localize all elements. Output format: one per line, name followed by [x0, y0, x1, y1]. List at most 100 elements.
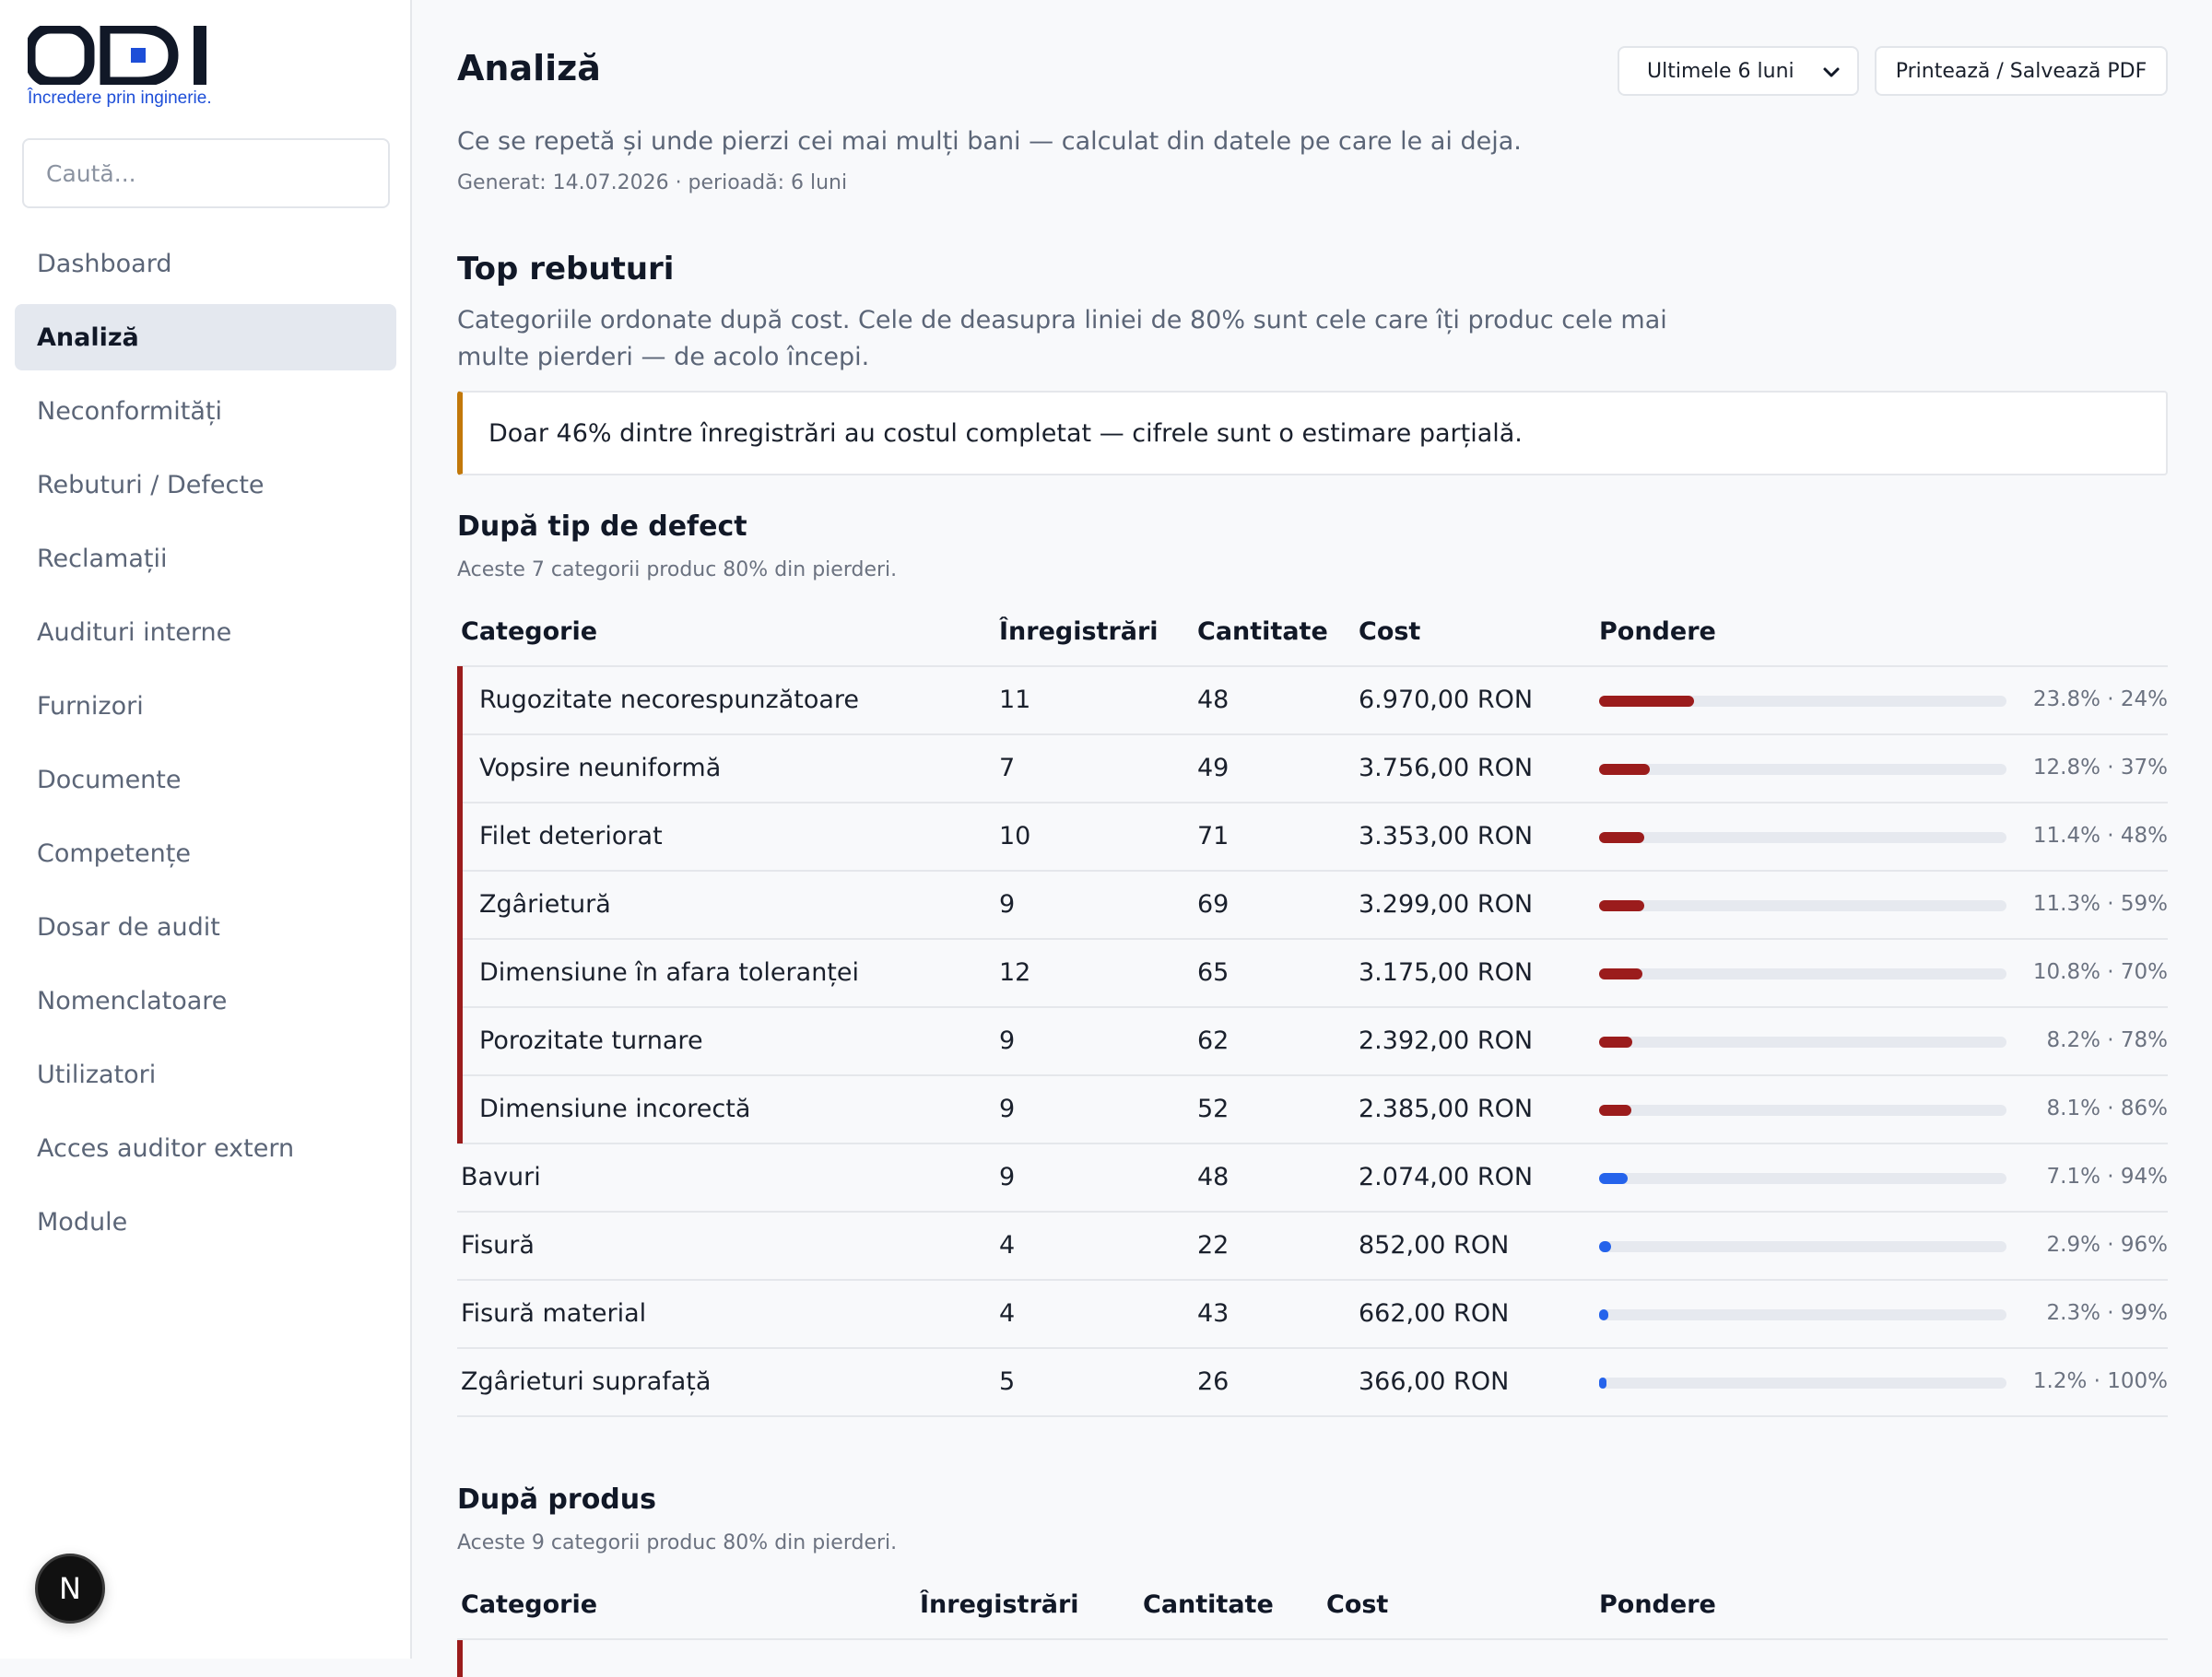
subsection-desc-defect: Aceste 7 categorii produc 80% din pierde…	[457, 558, 898, 581]
sidebar-item-acces-auditor[interactable]: Acces auditor extern	[15, 1115, 396, 1181]
sidebar-item-rebuturi[interactable]: Rebuturi / Defecte	[15, 452, 396, 518]
cell-cost: 2.074,00 RON	[1359, 1163, 1534, 1191]
share-bar-track	[1599, 764, 2006, 775]
share-bar-fill	[1599, 1241, 1611, 1252]
sidebar-item-label: Analiză	[37, 322, 139, 352]
cell-cost: 852,00 RON	[1359, 1231, 1510, 1260]
notice-text: Doar 46% dintre înregistrări au costul c…	[488, 418, 1523, 448]
col-header-share: Pondere	[1599, 617, 1716, 646]
cell-quantity: 22	[1197, 1231, 1230, 1260]
share-bar-fill	[1599, 968, 1642, 979]
cell-cost: 3.299,00 RON	[1359, 890, 1534, 919]
cell-share-label: 1.2% · 100%	[2032, 1369, 2168, 1393]
sidebar-item-documente[interactable]: Documente	[15, 746, 396, 813]
share-bar-track	[1599, 1105, 2006, 1116]
cell-records: 5	[999, 1367, 1016, 1396]
cell-cost: 662,00 RON	[1359, 1299, 1510, 1328]
table-row[interactable]: Zgârieturi suprafață 5 26 366,00 RON 1.2% · …	[457, 1349, 2168, 1417]
sidebar-item-label: Dosar de audit	[37, 912, 220, 942]
col-header-quantity: Cantitate	[1143, 1590, 1274, 1619]
sidebar-item-analiza[interactable]: Analiză	[15, 304, 396, 370]
share-bar-fill	[1599, 1378, 1606, 1389]
table-row[interactable]: Bavuri 9 48 2.074,00 RON 7.1% · 94%	[457, 1144, 2168, 1213]
cell-records: 4	[999, 1299, 1016, 1328]
table-row[interactable]: Dimensiune în afara toleranței 12 65 3.175,…	[457, 939, 2168, 1008]
sidebar-item-furnizori[interactable]: Furnizori	[15, 673, 396, 739]
table-row[interactable]: Fisură material 4 43 662,00 RON 2.3% · 99%	[457, 1281, 2168, 1349]
cell-share-label: 8.2% · 78%	[2046, 1028, 2169, 1052]
table-row[interactable]: Dimensiune incorectă 9 52 2.385,00 RON 8.1% …	[457, 1075, 2168, 1144]
share-bar-fill	[1599, 696, 1694, 707]
cell-quantity: 26	[1197, 1367, 1230, 1396]
section-title-top-rebuturi: Top rebuturi	[457, 251, 675, 287]
cell-quantity: 69	[1197, 890, 1230, 919]
col-header-cost: Cost	[1359, 617, 1421, 646]
sidebar-item-label: Dashboard	[37, 249, 172, 278]
sidebar-item-label: Neconformități	[37, 396, 222, 426]
cell-category: Vopsire neuniformă	[479, 754, 722, 782]
table-body: Rugozitate necorespunzătoare 11 48 6.970,00…	[457, 666, 2169, 1417]
sidebar-item-label: Module	[37, 1207, 128, 1237]
sidebar-item-label: Documente	[37, 765, 182, 794]
brand-logo[interactable]: Încredere prin inginerie.	[28, 26, 216, 109]
cell-category: Fisură	[461, 1231, 535, 1260]
sidebar-item-label: Acces auditor extern	[37, 1133, 295, 1163]
share-bar-track	[1599, 1309, 2006, 1320]
cell-records: 12	[999, 958, 1031, 987]
cell-share-label: 7.1% · 94%	[2046, 1165, 2169, 1189]
defect-table: Categorie Înregistrări Cantitate Cost Po…	[457, 597, 2168, 1417]
search-input[interactable]	[22, 138, 390, 208]
table-row[interactable]: Zgârietură 9 69 3.299,00 RON 11.3% · 59%	[457, 871, 2168, 940]
cell-category: Porozitate turnare	[479, 1026, 703, 1055]
cell-quantity: 48	[1197, 686, 1230, 714]
sidebar-item-neconformitati[interactable]: Neconformități	[15, 378, 396, 444]
cell-quantity: 43	[1197, 1299, 1230, 1328]
sidebar: Încredere prin inginerie. Dashboard Anal…	[0, 0, 412, 1659]
cell-records: 4	[999, 1231, 1016, 1260]
print-pdf-button[interactable]: Printează / Salvează PDF	[1875, 46, 2168, 96]
cell-share-label: 10.8% · 70%	[2032, 960, 2168, 984]
sidebar-item-nomenclatoare[interactable]: Nomenclatoare	[15, 968, 396, 1034]
table-row[interactable]: Fisură 4 22 852,00 RON 2.9% · 96%	[457, 1213, 2168, 1281]
cell-records: 9	[999, 1026, 1016, 1055]
table-row[interactable]: Porozitate turnare 9 62 2.392,00 RON 8.2% · …	[457, 1007, 2169, 1076]
table-row[interactable]: Vopsire neuniformă 7 49 3.756,00 RON 12.8% ·…	[457, 734, 2168, 803]
share-bar-track	[1599, 696, 2006, 707]
share-bar-track	[1599, 1037, 2006, 1048]
generated-info: Generat: 14.07.2026 · perioadă: 6 luni	[457, 171, 848, 194]
sidebar-item-label: Reclamații	[37, 544, 168, 573]
period-select[interactable]: Ultimele 6 luni	[1618, 46, 1859, 96]
cell-records: 9	[999, 890, 1016, 919]
brand-tagline: Încredere prin inginerie.	[28, 88, 212, 108]
partial-data-notice: Doar 46% dintre înregistrări au costul c…	[457, 391, 2168, 475]
cell-category: Zgârietură	[479, 890, 611, 919]
cell-cost: 6.970,00 RON	[1359, 686, 1534, 714]
sidebar-item-module[interactable]: Module	[15, 1189, 396, 1255]
avatar[interactable]: N	[35, 1554, 105, 1624]
sidebar-item-audituri[interactable]: Audituri interne	[15, 599, 396, 665]
cell-category: Filet deteriorat	[479, 822, 663, 850]
product-table: Categorie Înregistrări Cantitate Cost Po…	[457, 1570, 2168, 1677]
table-row[interactable]: Rugozitate necorespunzătoare 11 48 6.970,00…	[457, 666, 2168, 735]
odi-logo-icon	[28, 26, 206, 85]
col-header-quantity: Cantitate	[1197, 617, 1328, 646]
cell-records: 11	[999, 686, 1031, 714]
page-intro: Ce se repetă și unde pierzi cei mai mulț…	[457, 127, 1522, 156]
sidebar-item-dashboard[interactable]: Dashboard	[15, 230, 396, 297]
sidebar-item-competente[interactable]: Competențe	[15, 820, 396, 886]
cell-share-label: 11.3% · 59%	[2032, 892, 2168, 916]
subsection-title-product: După produs	[457, 1484, 656, 1516]
page-title: Analiză	[457, 48, 601, 88]
share-bar-fill	[1599, 1105, 1631, 1116]
sidebar-item-dosar-audit[interactable]: Dosar de audit	[15, 894, 396, 960]
cell-quantity: 52	[1197, 1095, 1230, 1123]
sidebar-item-utilizatori[interactable]: Utilizatori	[15, 1041, 396, 1108]
section-description: Categoriile ordonate după cost. Cele de …	[457, 306, 1667, 371]
sidebar-item-reclamatii[interactable]: Reclamații	[15, 525, 396, 592]
share-bar-track	[1599, 1241, 2006, 1252]
cell-cost: 2.385,00 RON	[1359, 1095, 1534, 1123]
cell-category: Dimensiune incorectă	[479, 1095, 751, 1123]
chevron-down-icon	[1823, 67, 1840, 77]
cell-quantity: 48	[1197, 1163, 1230, 1191]
table-row[interactable]: Filet deteriorat 10 71 3.353,00 RON 11.4% · …	[457, 803, 2168, 872]
